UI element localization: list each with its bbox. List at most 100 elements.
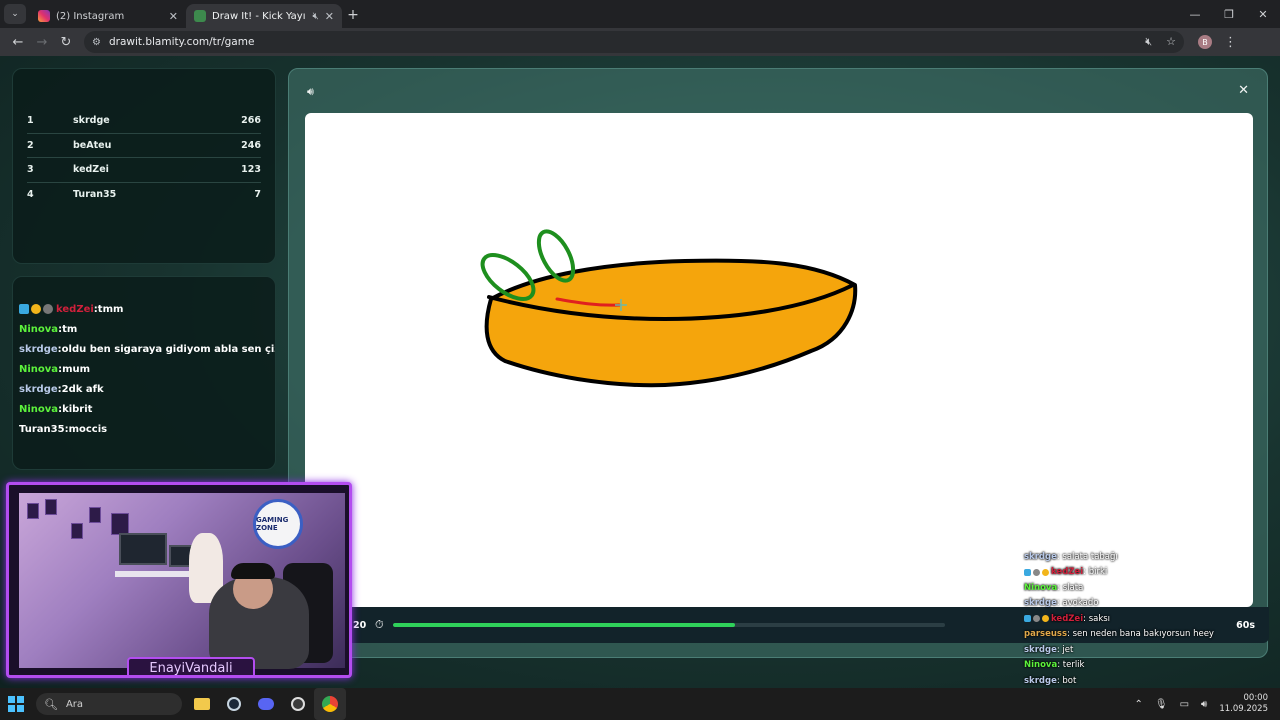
address-bar[interactable]: ⚙︎ drawit.blamity.com/tr/game 🔇︎ ☆ xyxy=(84,31,1184,53)
overlay-chat-message: Ninova : slata xyxy=(1024,580,1274,596)
pencil-icon xyxy=(194,10,206,22)
chat-username[interactable]: skrdge xyxy=(19,344,58,355)
chat-text: oldu ben sigaraya gidiyom abla sen çiz xyxy=(61,343,276,355)
coin-badge-icon xyxy=(1042,615,1049,623)
speaker-icon[interactable]: 🔊︎ xyxy=(307,85,314,99)
chrome-icon[interactable] xyxy=(314,688,346,720)
discord-icon[interactable] xyxy=(250,688,282,720)
leaderboard-score: 266 xyxy=(241,115,261,127)
network-icon[interactable]: ▭ xyxy=(1180,699,1189,710)
tab-draw-it[interactable]: Draw It! - Kick Yayınları İçin 🔇︎ ✕ xyxy=(186,4,342,28)
chat-message: Ninova: kibrit xyxy=(19,399,269,419)
chat-text: 2dk afk xyxy=(61,383,104,395)
volume-icon[interactable]: 🔊︎ xyxy=(1201,699,1207,710)
chat-username[interactable]: Turan35 xyxy=(19,424,65,435)
leaderboard-name: beAteu xyxy=(73,139,112,151)
leaderboard-score: 7 xyxy=(254,189,261,201)
leaderboard-row: 3 kedZei 123 xyxy=(27,158,261,183)
wall-poster xyxy=(89,507,101,523)
menu-kebab-icon[interactable]: ⋮ xyxy=(1224,35,1237,50)
overlay-chat-message: Ninova : terlik xyxy=(1024,658,1274,674)
chat-username[interactable]: skrdge xyxy=(19,384,58,395)
chat-text: kibrit xyxy=(62,403,93,415)
chat-username[interactable]: Ninova xyxy=(19,404,58,415)
leaderboard-row: 1 skrdge 266 xyxy=(27,109,261,134)
close-tab-icon[interactable]: ✕ xyxy=(169,10,178,23)
overlay-text: : jet xyxy=(1056,644,1074,655)
chevron-up-icon[interactable]: ⌃ xyxy=(1134,699,1142,710)
minimize-button[interactable]: — xyxy=(1178,8,1212,21)
overlay-chat-message: parseuss : sen neden bana bakıyorsun hee… xyxy=(1024,627,1274,643)
round-timer-value: 20 xyxy=(353,619,367,631)
sword-badge-icon xyxy=(1024,568,1031,576)
profile-avatar[interactable]: B xyxy=(1198,35,1212,49)
overlay-username: skrdge xyxy=(1024,598,1057,609)
moderator-badge-icon xyxy=(1033,568,1040,576)
browser-toolbar: ← → ↻ ⚙︎ drawit.blamity.com/tr/game 🔇︎ ☆… xyxy=(0,28,1280,56)
chat-username[interactable]: Ninova xyxy=(19,364,58,375)
overlay-text: : birki xyxy=(1083,567,1108,578)
screen: ⌄ (2) Instagram ✕ Draw It! - Kick Yayınl… xyxy=(0,0,1280,720)
clock-date: 11.09.2025 xyxy=(1219,704,1268,714)
taskbar-search[interactable]: 🔍︎ Ara xyxy=(36,693,182,715)
overlay-text: : salata tabağı xyxy=(1056,551,1118,562)
close-icon[interactable]: ✕ xyxy=(1238,83,1249,98)
overlay-username: parseuss xyxy=(1024,629,1068,640)
chat-message: Ninova: mum xyxy=(19,359,269,379)
overlay-chat-message: skrdge : salata tabağı xyxy=(1024,549,1274,565)
close-window-button[interactable]: ✕ xyxy=(1246,8,1280,21)
reload-button[interactable]: ↻ xyxy=(54,30,78,54)
url-text: drawit.blamity.com/tr/game xyxy=(108,36,255,48)
chat-username[interactable]: kedZei xyxy=(56,304,94,315)
mute-site-icon[interactable]: 🔇︎ xyxy=(1145,35,1152,49)
clock[interactable]: 00:00 11.09.2025 xyxy=(1219,693,1268,715)
coin-badge-icon xyxy=(31,304,41,314)
coin-badge-icon xyxy=(1042,568,1049,576)
overlay-text: : saksı xyxy=(1083,613,1111,624)
windows-start-button[interactable] xyxy=(0,688,32,720)
clock-time: 00:00 xyxy=(1243,693,1269,703)
arrow-left-icon: ← xyxy=(12,34,24,50)
tab-title: Draw It! - Kick Yayınları İçin xyxy=(212,10,306,22)
moderator-badge-icon xyxy=(1033,615,1040,623)
microphone-icon[interactable]: 🎙︎ xyxy=(1155,699,1168,710)
overlay-text: : terlik xyxy=(1057,660,1085,671)
bookmark-star-icon[interactable]: ☆ xyxy=(1166,35,1176,49)
timer-progress-track xyxy=(393,623,945,627)
tab-search-button[interactable]: ⌄ xyxy=(4,4,26,24)
overlay-username: skrdge xyxy=(1024,675,1057,686)
chat-message: kedZei: tmm xyxy=(19,299,269,319)
search-placeholder: Ara xyxy=(65,698,84,710)
leaderboard-name: Turan35 xyxy=(73,189,117,201)
leaderboard-row: 2 beAteu 246 xyxy=(27,134,261,158)
webcam-overlay: GAMING ZONE EnayiVandali xyxy=(6,482,352,678)
stream-overlay-chat: skrdge : salata tabağı kedZei : birki Nino… xyxy=(1024,549,1274,704)
streamer-hair xyxy=(231,563,275,579)
forward-button[interactable]: → xyxy=(30,30,54,54)
chat-text: tm xyxy=(62,323,78,335)
drawing-canvas[interactable] xyxy=(305,113,1253,607)
chat-username[interactable]: Ninova xyxy=(19,324,58,335)
leaderboard-panel: 1 skrdge 266 2 beAteu 246 3 kedZei 123 4 Turan35 7 xyxy=(12,68,276,264)
wall-poster xyxy=(71,523,83,539)
site-info-icon[interactable]: ⚙︎ xyxy=(92,37,101,48)
leaderboard-score: 246 xyxy=(241,139,261,151)
window-controls: — ❐ ✕ xyxy=(1178,0,1280,28)
reload-icon: ↻ xyxy=(60,34,72,50)
back-button[interactable]: ← xyxy=(6,30,30,54)
close-tab-icon[interactable]: ✕ xyxy=(325,10,334,23)
muted-speaker-icon[interactable]: 🔇︎ xyxy=(312,11,318,22)
file-explorer-icon[interactable] xyxy=(186,688,218,720)
chat-text: tmm xyxy=(97,303,124,315)
steam-icon[interactable] xyxy=(218,688,250,720)
restore-button[interactable]: ❐ xyxy=(1212,8,1246,21)
new-tab-button[interactable]: + xyxy=(342,4,364,26)
overlay-username: skrdge xyxy=(1024,644,1057,655)
obs-icon[interactable] xyxy=(282,688,314,720)
bowl-fill xyxy=(484,258,858,388)
leaderboard-name: skrdge xyxy=(73,115,110,127)
tab-instagram[interactable]: (2) Instagram ✕ xyxy=(30,4,186,28)
leaderboard-score: 123 xyxy=(241,164,261,176)
overlay-chat-message: kedZei : birki xyxy=(1024,565,1274,581)
moderator-badge-icon xyxy=(43,304,53,314)
